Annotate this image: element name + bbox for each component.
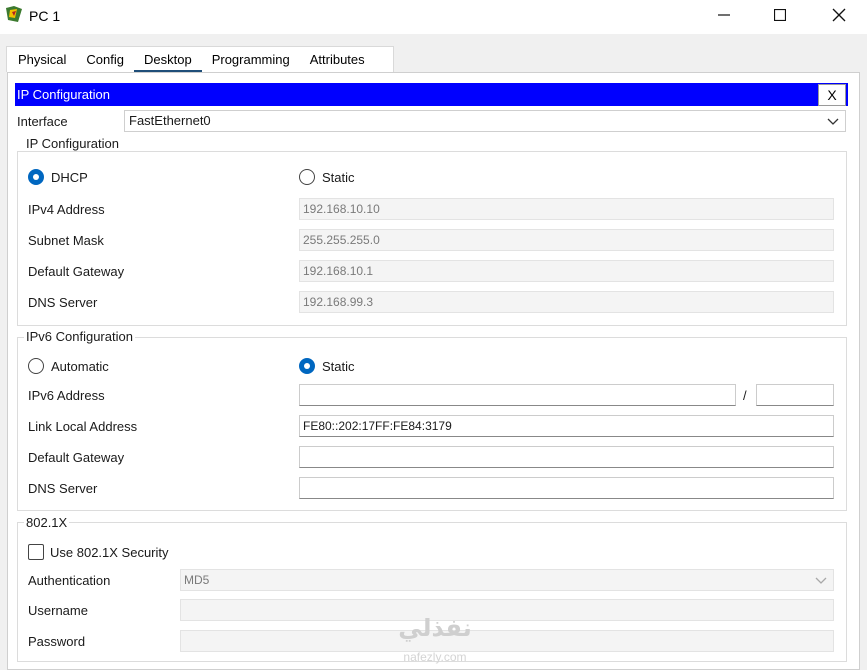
ipv6-address-label: IPv6 Address (28, 388, 105, 403)
ipv6-group-title: IPv6 Configuration (24, 329, 135, 344)
subnet-mask-field[interactable]: 255.255.255.0 (299, 229, 834, 251)
ipv4-address-label: IPv4 Address (28, 202, 105, 217)
minimize-icon (718, 14, 730, 16)
tab-config[interactable]: Config (76, 47, 134, 73)
window-title: PC 1 (29, 8, 61, 24)
tab-physical[interactable]: Physical (7, 47, 76, 73)
interface-select-value: FastEthernet0 (129, 113, 211, 128)
maximize-button[interactable] (752, 0, 808, 30)
static-ipv6-radio[interactable] (299, 358, 315, 374)
dhcp-label: DHCP (51, 170, 88, 185)
ipv4-dns-server-label: DNS Server (28, 295, 98, 310)
use-8021x-security-checkbox[interactable] (28, 544, 44, 560)
username-label: Username (28, 603, 88, 618)
dot1x-group-title: 802.1X (24, 515, 70, 530)
automatic-ipv6-radio[interactable] (28, 358, 44, 374)
ipv6-address-field[interactable] (299, 384, 736, 406)
authentication-label: Authentication (28, 573, 111, 588)
ipv4-address-field[interactable]: 192.168.10.10 (299, 198, 834, 220)
dhcp-radio[interactable] (28, 169, 44, 185)
static-ipv4-radio[interactable] (299, 169, 315, 185)
prefix-separator: / (743, 388, 747, 403)
ip-configuration-header: IP Configuration (15, 83, 848, 106)
ipv6-default-gateway-label: Default Gateway (28, 450, 125, 465)
static-ipv6-label: Static (322, 359, 355, 374)
tab-programming[interactable]: Programming (202, 47, 300, 73)
chevron-down-icon (815, 577, 827, 584)
ipv6-dns-server-label: DNS Server (28, 481, 98, 496)
watermark-logo: نفذلي (398, 615, 472, 642)
maximize-icon (774, 9, 786, 21)
interface-label: Interface (17, 114, 68, 129)
password-label: Password (28, 634, 86, 649)
ipv6-default-gateway-field[interactable] (299, 446, 834, 468)
subnet-mask-label: Subnet Mask (28, 233, 104, 248)
watermark-url: nafezly.com (403, 650, 467, 664)
use-8021x-security-label: Use 802.1X Security (50, 545, 169, 560)
chevron-down-icon (827, 118, 839, 125)
static-ipv4-label: Static (322, 170, 355, 185)
window-close-button[interactable] (811, 0, 867, 30)
username-field[interactable] (180, 599, 834, 621)
ipv6-dns-server-field[interactable] (299, 477, 834, 499)
authentication-select[interactable]: MD5 (180, 569, 834, 591)
tab-attributes[interactable]: Attributes (300, 47, 375, 73)
ipv4-dns-server-field[interactable]: 192.168.99.3 (299, 291, 834, 313)
link-local-address-label: Link Local Address (28, 419, 138, 434)
ipv6-prefix-length-field[interactable] (756, 384, 834, 406)
tab-desktop[interactable]: Desktop (134, 47, 202, 73)
automatic-ipv6-label: Automatic (51, 359, 109, 374)
packet-tracer-app-icon (4, 5, 24, 25)
ip-configuration-close-button[interactable]: X (818, 84, 846, 106)
ipv4-default-gateway-field[interactable]: 192.168.10.1 (299, 260, 834, 282)
authentication-select-value: MD5 (184, 573, 210, 587)
link-local-address-field[interactable]: FE80::202:17FF:FE84:3179 (299, 415, 834, 437)
password-field[interactable] (180, 630, 834, 652)
close-icon (832, 8, 846, 22)
ipv4-group-title: IP Configuration (24, 136, 121, 151)
interface-select[interactable]: FastEthernet0 (124, 110, 846, 132)
tab-bar: Physical Config Desktop Programming Attr… (6, 46, 394, 73)
ipv4-default-gateway-label: Default Gateway (28, 264, 125, 279)
minimize-button[interactable] (696, 0, 752, 30)
